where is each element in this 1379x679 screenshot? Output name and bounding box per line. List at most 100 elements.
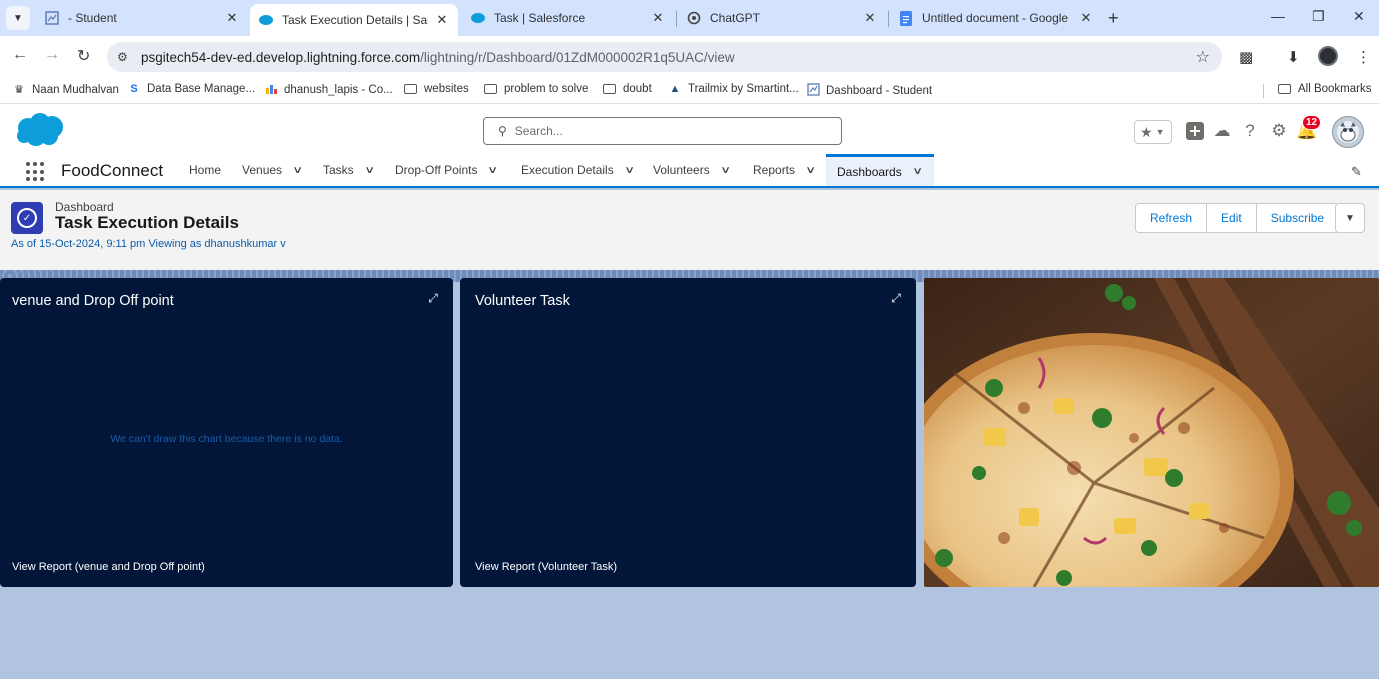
chevron-down-icon[interactable]: ∨ bbox=[292, 165, 303, 176]
expand-icon[interactable]: ⤢ bbox=[425, 290, 441, 306]
bookmark-item[interactable]: Dashboard - Student bbox=[806, 83, 932, 99]
trailhead-cloud-icon[interactable]: ☁ bbox=[1212, 121, 1232, 141]
chart-bars-icon bbox=[264, 83, 278, 97]
nav-item-dashboards[interactable]: Dashboards ∨ bbox=[826, 154, 934, 186]
dashboard-action-buttons: Refresh Edit Subscribe bbox=[1135, 203, 1340, 233]
browser-tab[interactable]: Task | Salesforce ✕ bbox=[462, 4, 674, 32]
expand-icon[interactable]: ⤢ bbox=[888, 290, 904, 306]
edit-button[interactable]: Edit bbox=[1207, 204, 1257, 232]
all-bookmarks-label: All Bookmarks bbox=[1298, 83, 1372, 95]
pizza-image bbox=[924, 278, 1379, 587]
salesforce-logo[interactable] bbox=[14, 112, 66, 148]
chevron-down-icon[interactable]: ∨ bbox=[720, 165, 731, 176]
bookmark-folder[interactable]: doubt bbox=[603, 83, 652, 95]
tab-title: - Student bbox=[68, 11, 117, 25]
search-icon: ⚲ bbox=[498, 124, 507, 138]
forward-icon[interactable]: → bbox=[44, 46, 60, 64]
salesforce-cloud-icon bbox=[258, 12, 274, 28]
app-launcher-icon[interactable] bbox=[26, 162, 46, 182]
browser-tab[interactable]: ChatGPT ✕ bbox=[678, 4, 886, 32]
nav-item-tasks[interactable]: Tasks ∨ bbox=[323, 154, 375, 186]
view-report-link[interactable]: View Report (venue and Drop Off point) bbox=[12, 561, 205, 573]
bookmark-item[interactable]: ▲ Trailmix by Smartint... bbox=[668, 83, 799, 95]
browser-tab[interactable]: - Student ✕ bbox=[36, 4, 248, 32]
dashboard-widget: Volunteer Task ⤢ View Report (Volunteer … bbox=[460, 278, 916, 587]
reload-icon[interactable]: ↻ bbox=[77, 46, 90, 66]
salesforce-cloud-icon bbox=[470, 10, 486, 26]
nav-item-volunteers[interactable]: Volunteers ∨ bbox=[653, 154, 731, 186]
url-text: psgitech54-dev-ed.develop.lightning.forc… bbox=[141, 50, 735, 65]
download-icon[interactable]: ⬇ bbox=[1287, 48, 1300, 66]
folder-icon bbox=[404, 84, 417, 94]
chevron-down-icon[interactable]: ∨ bbox=[912, 166, 923, 177]
profile-avatar[interactable] bbox=[1318, 46, 1338, 66]
site-settings-icon[interactable]: ⚙ bbox=[117, 50, 133, 64]
all-bookmarks[interactable]: All Bookmarks bbox=[1278, 83, 1372, 95]
bookmark-folder[interactable]: problem to solve bbox=[484, 83, 588, 95]
close-tab-icon[interactable]: ✕ bbox=[862, 10, 878, 26]
trailhead-icon: ▲ bbox=[669, 83, 681, 95]
nav-item-drop-off-points[interactable]: Drop-Off Points ∨ bbox=[395, 154, 499, 186]
browser-menu-icon[interactable]: ⋮ bbox=[1356, 48, 1371, 66]
more-actions-button[interactable]: ▼ bbox=[1335, 203, 1365, 233]
chevron-down-icon[interactable]: ∨ bbox=[488, 165, 499, 176]
nav-item-reports[interactable]: Reports ∨ bbox=[753, 154, 816, 186]
close-tab-icon[interactable]: ✕ bbox=[224, 10, 240, 26]
bookmark-item[interactable]: ♛ Naan Mudhalvan bbox=[12, 83, 119, 97]
tab-title: Task Execution Details | Salesfor bbox=[282, 13, 428, 27]
bookmark-label: Naan Mudhalvan bbox=[32, 83, 119, 96]
bookmark-item[interactable]: S Data Base Manage... bbox=[127, 83, 255, 95]
address-bar[interactable]: ⚙ psgitech54-dev-ed.develop.lightning.fo… bbox=[107, 42, 1222, 72]
restore-icon[interactable]: ❐ bbox=[1312, 8, 1325, 25]
new-tab-icon[interactable]: + bbox=[1108, 8, 1119, 29]
close-tab-icon[interactable]: ✕ bbox=[1078, 10, 1094, 26]
nav-label: Reports bbox=[753, 163, 796, 177]
page-title: Task Execution Details bbox=[55, 213, 239, 232]
chevron-down-icon[interactable]: ∨ bbox=[364, 165, 375, 176]
no-data-message: We can't draw this chart because there i… bbox=[110, 433, 343, 445]
setup-gear-icon[interactable]: ⚙ bbox=[1269, 121, 1289, 141]
view-report-link[interactable]: View Report (Volunteer Task) bbox=[475, 561, 617, 573]
tab-search-button[interactable]: ▼ bbox=[6, 6, 30, 30]
nav-item-venues[interactable]: Venues ∨ bbox=[242, 154, 303, 186]
dashboard-gauge-icon: ✓ bbox=[11, 202, 43, 234]
dashboard-type-label: Dashboard bbox=[55, 200, 114, 214]
dashboard-as-of-text: As of 15-Oct-2024, 9:11 pm Viewing as dh… bbox=[11, 238, 286, 250]
google-docs-icon bbox=[898, 10, 914, 26]
notification-badge: 12 bbox=[1302, 115, 1322, 130]
bookmark-folder[interactable]: websites bbox=[404, 83, 469, 95]
nav-label: Drop-Off Points bbox=[395, 163, 478, 177]
naan-mudhalvan-icon: ♛ bbox=[14, 84, 24, 96]
nav-item-execution-details[interactable]: Execution Details ∨ bbox=[521, 154, 635, 186]
back-icon[interactable]: ← bbox=[12, 46, 28, 64]
close-tab-icon[interactable]: ✕ bbox=[650, 10, 666, 26]
global-search-input[interactable]: ⚲ Search... bbox=[483, 117, 842, 145]
folder-icon bbox=[1278, 84, 1291, 94]
extensions-icon[interactable]: ▩ bbox=[1239, 48, 1253, 66]
dashboard-widget: venue and Drop Off point ⤢ We can't draw… bbox=[0, 278, 453, 587]
browser-tab[interactable]: Untitled document - Google Do ✕ bbox=[890, 4, 1102, 32]
minimize-icon[interactable]: — bbox=[1271, 8, 1285, 24]
browser-toolbar: ← → ↻ ⚙ psgitech54-dev-ed.develop.lightn… bbox=[0, 36, 1379, 78]
help-icon[interactable]: ? bbox=[1240, 121, 1260, 141]
nav-item-home[interactable]: Home bbox=[189, 154, 221, 186]
bookmark-star-icon[interactable]: ☆ bbox=[1196, 47, 1210, 67]
chevron-down-icon[interactable]: ∨ bbox=[805, 165, 816, 176]
bookmark-label: dhanush_lapis - Co... bbox=[284, 84, 393, 96]
global-actions-icon[interactable] bbox=[1185, 121, 1205, 141]
subscribe-button[interactable]: Subscribe bbox=[1256, 204, 1339, 232]
user-avatar[interactable] bbox=[1332, 116, 1364, 148]
close-tab-icon[interactable]: ✕ bbox=[434, 12, 450, 28]
url-path: /lightning/r/Dashboard/01ZdM000002R1q5UA… bbox=[420, 49, 735, 65]
edit-nav-pencil-icon[interactable]: ✎ bbox=[1351, 164, 1362, 180]
url-host: psgitech54-dev-ed.develop.lightning.forc… bbox=[141, 49, 421, 65]
browser-tab-active[interactable]: Task Execution Details | Salesfor ✕ bbox=[250, 4, 458, 36]
nav-label: Volunteers bbox=[653, 163, 710, 177]
chevron-down-icon[interactable]: ∨ bbox=[624, 165, 635, 176]
refresh-button[interactable]: Refresh bbox=[1136, 204, 1208, 232]
chevron-down-icon: ▼ bbox=[1155, 127, 1165, 137]
bookmark-item[interactable]: dhanush_lapis - Co... bbox=[264, 83, 393, 97]
favorites-button[interactable]: ★ ▼ bbox=[1134, 120, 1172, 144]
nav-label: Execution Details bbox=[521, 163, 614, 177]
close-window-icon[interactable]: ✕ bbox=[1353, 8, 1365, 25]
